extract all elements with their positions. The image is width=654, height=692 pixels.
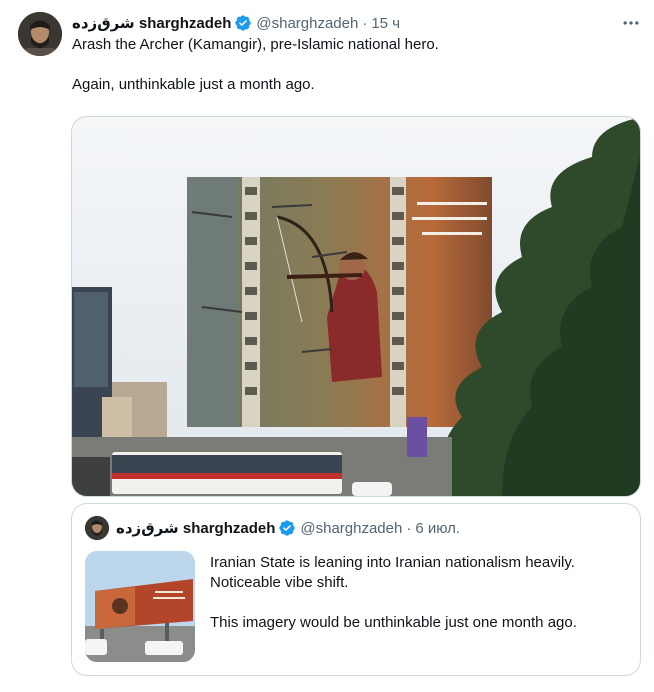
billboard-photo bbox=[85, 551, 195, 662]
mural-photo bbox=[72, 117, 640, 496]
separator-dot: · bbox=[362, 14, 368, 32]
author-avatar[interactable] bbox=[18, 12, 62, 56]
tweet-timestamp[interactable]: 15 ч bbox=[371, 15, 400, 32]
quoted-tweet[interactable]: شرق‌زده sharghzadeh @sharghzadeh · 6 июл… bbox=[71, 503, 641, 676]
quoted-tweet-timestamp[interactable]: 6 июл. bbox=[415, 520, 460, 537]
verified-badge-icon bbox=[279, 520, 296, 536]
tweet-text-line: Again, unthinkable just a month ago. bbox=[72, 76, 315, 93]
more-options-icon[interactable] bbox=[618, 12, 644, 34]
tweet-text-line: Arash the Archer (Kamangir), pre-Islamic… bbox=[72, 36, 439, 53]
tweet-media-image[interactable] bbox=[71, 116, 641, 497]
tweet-header: شرق‌زده sharghzadeh @sharghzadeh · 15 ч bbox=[72, 12, 400, 34]
quoted-tweet-header: شرق‌زده sharghzadeh @sharghzadeh · 6 июл… bbox=[116, 517, 460, 539]
author-handle[interactable]: @sharghzadeh bbox=[256, 15, 358, 32]
quoted-tweet-text-line: This imagery would be unthinkable just o… bbox=[210, 614, 577, 631]
author-name[interactable]: شرق‌زده sharghzadeh bbox=[72, 14, 231, 32]
quoted-tweet-text-line: Iranian State is leaning into Iranian na… bbox=[210, 554, 575, 591]
verified-badge-icon bbox=[235, 15, 252, 31]
quoted-author-name[interactable]: شرق‌زده sharghzadeh bbox=[116, 519, 275, 537]
quoted-author-avatar[interactable] bbox=[85, 516, 109, 540]
tweet[interactable]: شرق‌زده sharghzadeh @sharghzadeh · 15 ч … bbox=[0, 0, 654, 692]
tweet-text: Arash the Archer (Kamangir), pre-Islamic… bbox=[72, 35, 632, 95]
quoted-author-handle[interactable]: @sharghzadeh bbox=[300, 520, 402, 537]
quoted-tweet-thumbnail[interactable] bbox=[85, 551, 195, 662]
avatar-image bbox=[18, 12, 62, 56]
separator-dot: · bbox=[406, 519, 412, 537]
quoted-tweet-text: Iranian State is leaning into Iranian na… bbox=[210, 553, 630, 633]
avatar-image bbox=[85, 516, 109, 540]
